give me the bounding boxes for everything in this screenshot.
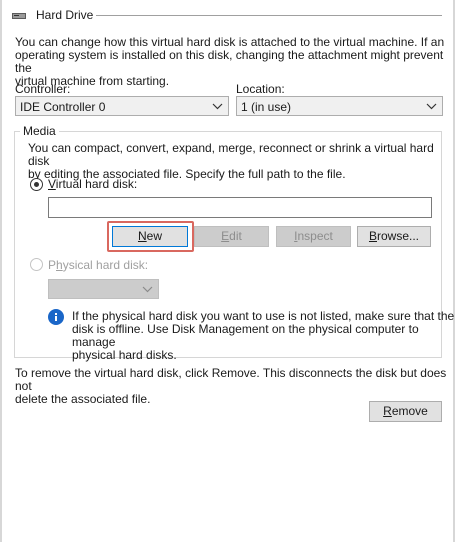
info-line-2: disk is offline. Use Disk Management on … xyxy=(72,322,419,349)
location-label: Location: xyxy=(236,82,285,96)
intro-line-3: virtual machine from starting. xyxy=(15,74,170,88)
inspect-button-label: Inspect xyxy=(294,229,333,243)
hard-drive-icon xyxy=(12,13,26,19)
inspect-button[interactable]: Inspect xyxy=(276,226,351,247)
info-text: If the physical hard disk you want to us… xyxy=(72,310,455,362)
media-legend: Media xyxy=(20,124,59,138)
controller-value: IDE Controller 0 xyxy=(20,100,106,114)
section-title: Hard Drive xyxy=(36,8,94,22)
browse-button[interactable]: Browse... xyxy=(357,226,431,247)
media-desc-line-1: You can compact, convert, expand, merge,… xyxy=(28,141,434,168)
edit-button[interactable]: Edit xyxy=(194,226,269,247)
chevron-down-icon xyxy=(426,103,437,110)
virtual-hard-disk-radio[interactable] xyxy=(30,178,43,191)
window-left-border xyxy=(0,0,2,542)
intro-line-2: operating system is installed on this di… xyxy=(15,48,444,75)
remove-button-label: Remove xyxy=(383,404,428,418)
browse-button-label: Browse... xyxy=(368,229,420,243)
new-button[interactable]: New xyxy=(112,226,188,247)
section-divider xyxy=(96,15,442,16)
edit-button-label: Edit xyxy=(221,229,242,243)
info-icon xyxy=(48,309,64,325)
physical-hard-disk-label: Physical hard disk: xyxy=(48,258,149,272)
media-description: You can compact, convert, expand, merge,… xyxy=(28,142,455,181)
location-value: 1 (in use) xyxy=(241,100,292,114)
controller-dropdown[interactable]: IDE Controller 0 xyxy=(15,96,229,116)
info-line-3: physical hard disks. xyxy=(72,348,177,362)
remove-line-1: To remove the virtual hard disk, click R… xyxy=(15,366,447,393)
virtual-hard-disk-path-input[interactable] xyxy=(48,197,432,218)
new-button-label: New xyxy=(137,229,162,243)
controller-label: Controller: xyxy=(15,82,71,96)
virtual-hard-disk-label[interactable]: Virtual hard disk: xyxy=(48,177,137,191)
chevron-down-icon xyxy=(142,286,153,293)
physical-hard-disk-radio[interactable] xyxy=(30,258,43,271)
remove-button[interactable]: Remove xyxy=(369,401,442,422)
chevron-down-icon xyxy=(212,103,223,110)
location-dropdown[interactable]: 1 (in use) xyxy=(236,96,443,116)
intro-text: You can change how this virtual hard dis… xyxy=(15,36,455,88)
physical-hard-disk-dropdown[interactable] xyxy=(48,279,159,299)
